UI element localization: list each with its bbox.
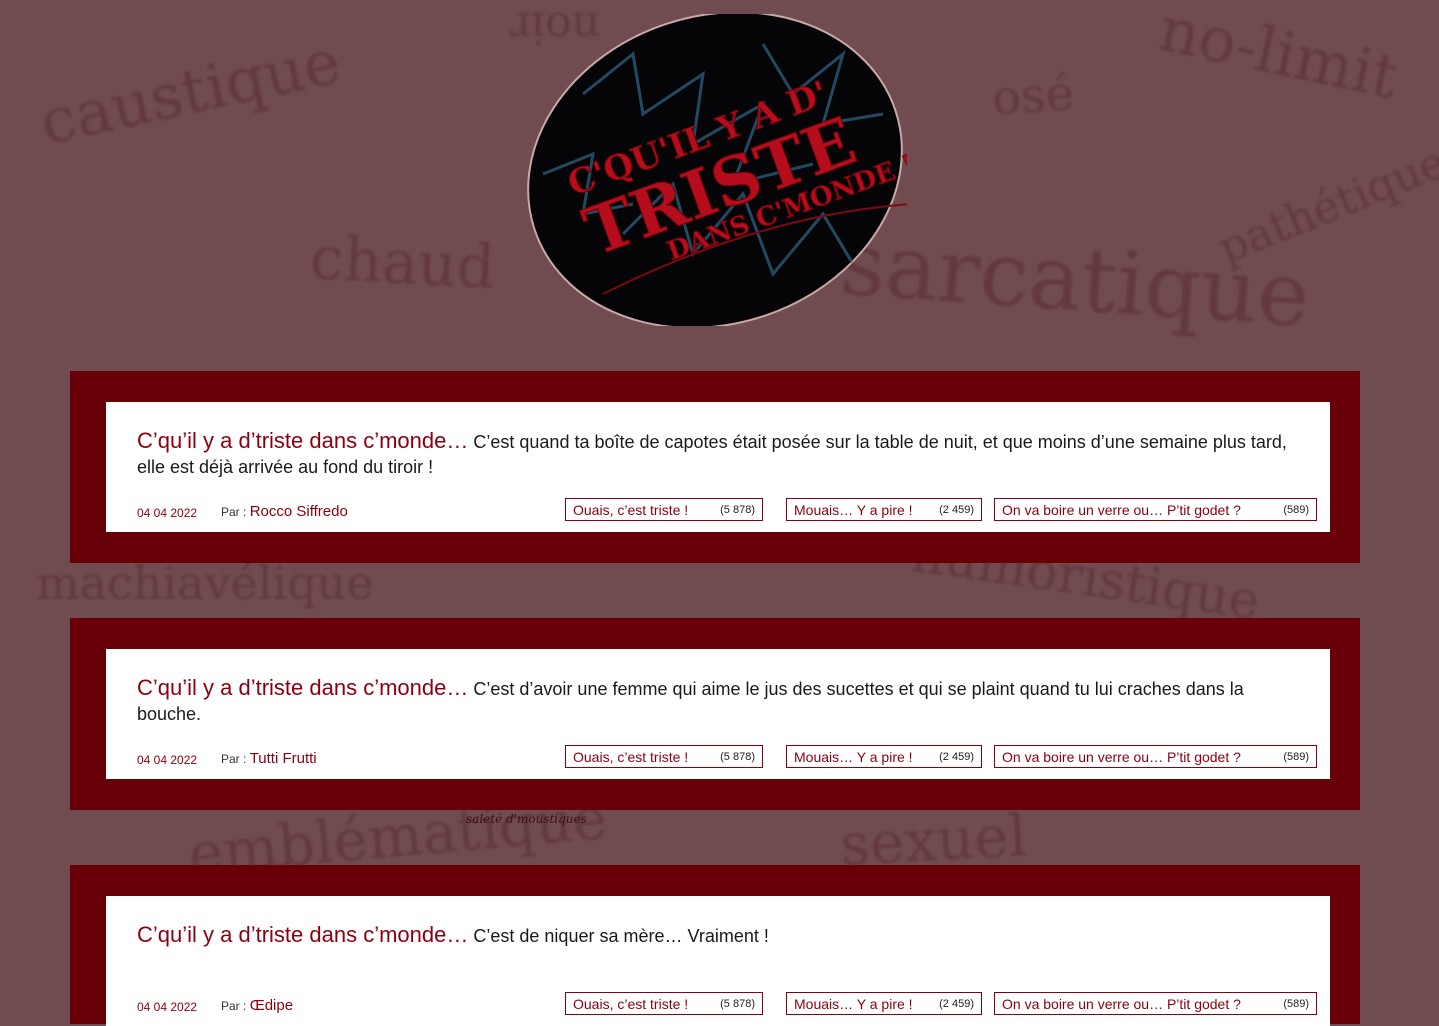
bg-word-no-limit: no-limit <box>1153 0 1405 114</box>
post-frame-2: C’qu’il y a d’triste dans c’monde… C’est… <box>70 618 1360 810</box>
bg-word-machiavelique: machiavélique <box>36 556 374 610</box>
post-card: C’qu’il y a d’triste dans c’monde… C’est… <box>106 649 1330 779</box>
vote-label: Mouais… Y a pire ! <box>794 748 913 765</box>
vote-label: On va boire un verre ou… P’tit godet ? <box>1002 501 1241 518</box>
post-author-line: Par : Rocco Siffredo <box>221 503 348 520</box>
vote-drink-button[interactable]: On va boire un verre ou… P’tit godet ? (… <box>994 745 1317 768</box>
bg-word-pathetique: pathétique <box>1211 136 1439 275</box>
vote-worse-button[interactable]: Mouais… Y a pire ! (2 459) <box>786 745 982 768</box>
by-label: Par : <box>221 999 247 1013</box>
vote-count: (5 878) <box>720 750 755 763</box>
bg-word-chaud: chaud <box>308 223 497 303</box>
vote-drink-button[interactable]: On va boire un verre ou… P’tit godet ? (… <box>994 498 1317 521</box>
vote-count: (5 878) <box>720 503 755 516</box>
vote-label: Mouais… Y a pire ! <box>794 501 913 518</box>
caption-moustiques: saleté d'moustiques <box>466 812 587 826</box>
vote-label: On va boire un verre ou… P’tit godet ? <box>1002 995 1241 1012</box>
vote-count: (589) <box>1283 750 1309 763</box>
post-prefix: C’qu’il y a d’triste dans c’monde… <box>137 922 469 947</box>
vote-label: On va boire un verre ou… P’tit godet ? <box>1002 748 1241 765</box>
vote-drink-button[interactable]: On va boire un verre ou… P’tit godet ? (… <box>994 992 1317 1015</box>
post-author-line: Par : Tutti Frutti <box>221 750 317 767</box>
post-text-block: C’qu’il y a d’triste dans c’monde… C’est… <box>137 428 1307 480</box>
post-author[interactable]: Tutti Frutti <box>250 750 317 767</box>
vote-sad-button[interactable]: Ouais, c’est triste ! (5 878) <box>565 992 763 1015</box>
vote-count: (2 459) <box>939 503 974 516</box>
vote-worse-button[interactable]: Mouais… Y a pire ! (2 459) <box>786 498 982 521</box>
post-author[interactable]: Œdipe <box>250 997 293 1014</box>
vote-count: (589) <box>1283 503 1309 516</box>
post-card: C’qu’il y a d’triste dans c’monde… C’est… <box>106 896 1330 1026</box>
vote-count: (589) <box>1283 997 1309 1010</box>
vote-sad-button[interactable]: Ouais, c’est triste ! (5 878) <box>565 498 763 521</box>
post-author-line: Par : Œdipe <box>221 997 293 1014</box>
vote-sad-button[interactable]: Ouais, c’est triste ! (5 878) <box>565 745 763 768</box>
vote-count: (2 459) <box>939 997 974 1010</box>
post-date: 04 04 2022 <box>137 1000 198 1014</box>
post-text-block: C’qu’il y a d’triste dans c’monde… C’est… <box>137 922 1307 949</box>
site-logo[interactable]: C'QU'IL Y A D' TRISTE DANS C'MONDE ! <box>523 14 907 326</box>
post-text-block: C’qu’il y a d’triste dans c’monde… C’est… <box>137 675 1307 727</box>
vote-label: Ouais, c’est triste ! <box>573 995 689 1012</box>
post-author[interactable]: Rocco Siffredo <box>250 503 348 520</box>
post-frame-1: C’qu’il y a d’triste dans c’monde… C’est… <box>70 371 1360 563</box>
by-label: Par : <box>221 752 247 766</box>
vote-label: Mouais… Y a pire ! <box>794 995 913 1012</box>
bg-word-caustique: caustique <box>33 24 347 159</box>
vote-count: (5 878) <box>720 997 755 1010</box>
post-prefix: C’qu’il y a d’triste dans c’monde… <box>137 428 469 453</box>
vote-count: (2 459) <box>939 750 974 763</box>
post-text: C’est de niquer sa mère… Vraiment ! <box>473 926 769 946</box>
bg-word-ose: osé <box>990 65 1076 127</box>
post-prefix: C’qu’il y a d’triste dans c’monde… <box>137 675 469 700</box>
vote-label: Ouais, c’est triste ! <box>573 748 689 765</box>
post-date: 04 04 2022 <box>137 753 198 767</box>
post-date: 04 04 2022 <box>137 506 198 520</box>
by-label: Par : <box>221 505 247 519</box>
vote-worse-button[interactable]: Mouais… Y a pire ! (2 459) <box>786 992 982 1015</box>
vote-label: Ouais, c’est triste ! <box>573 501 689 518</box>
post-frame-3: C’qu’il y a d’triste dans c’monde… C’est… <box>70 865 1360 1026</box>
post-card: C’qu’il y a d’triste dans c’monde… C’est… <box>106 402 1330 532</box>
